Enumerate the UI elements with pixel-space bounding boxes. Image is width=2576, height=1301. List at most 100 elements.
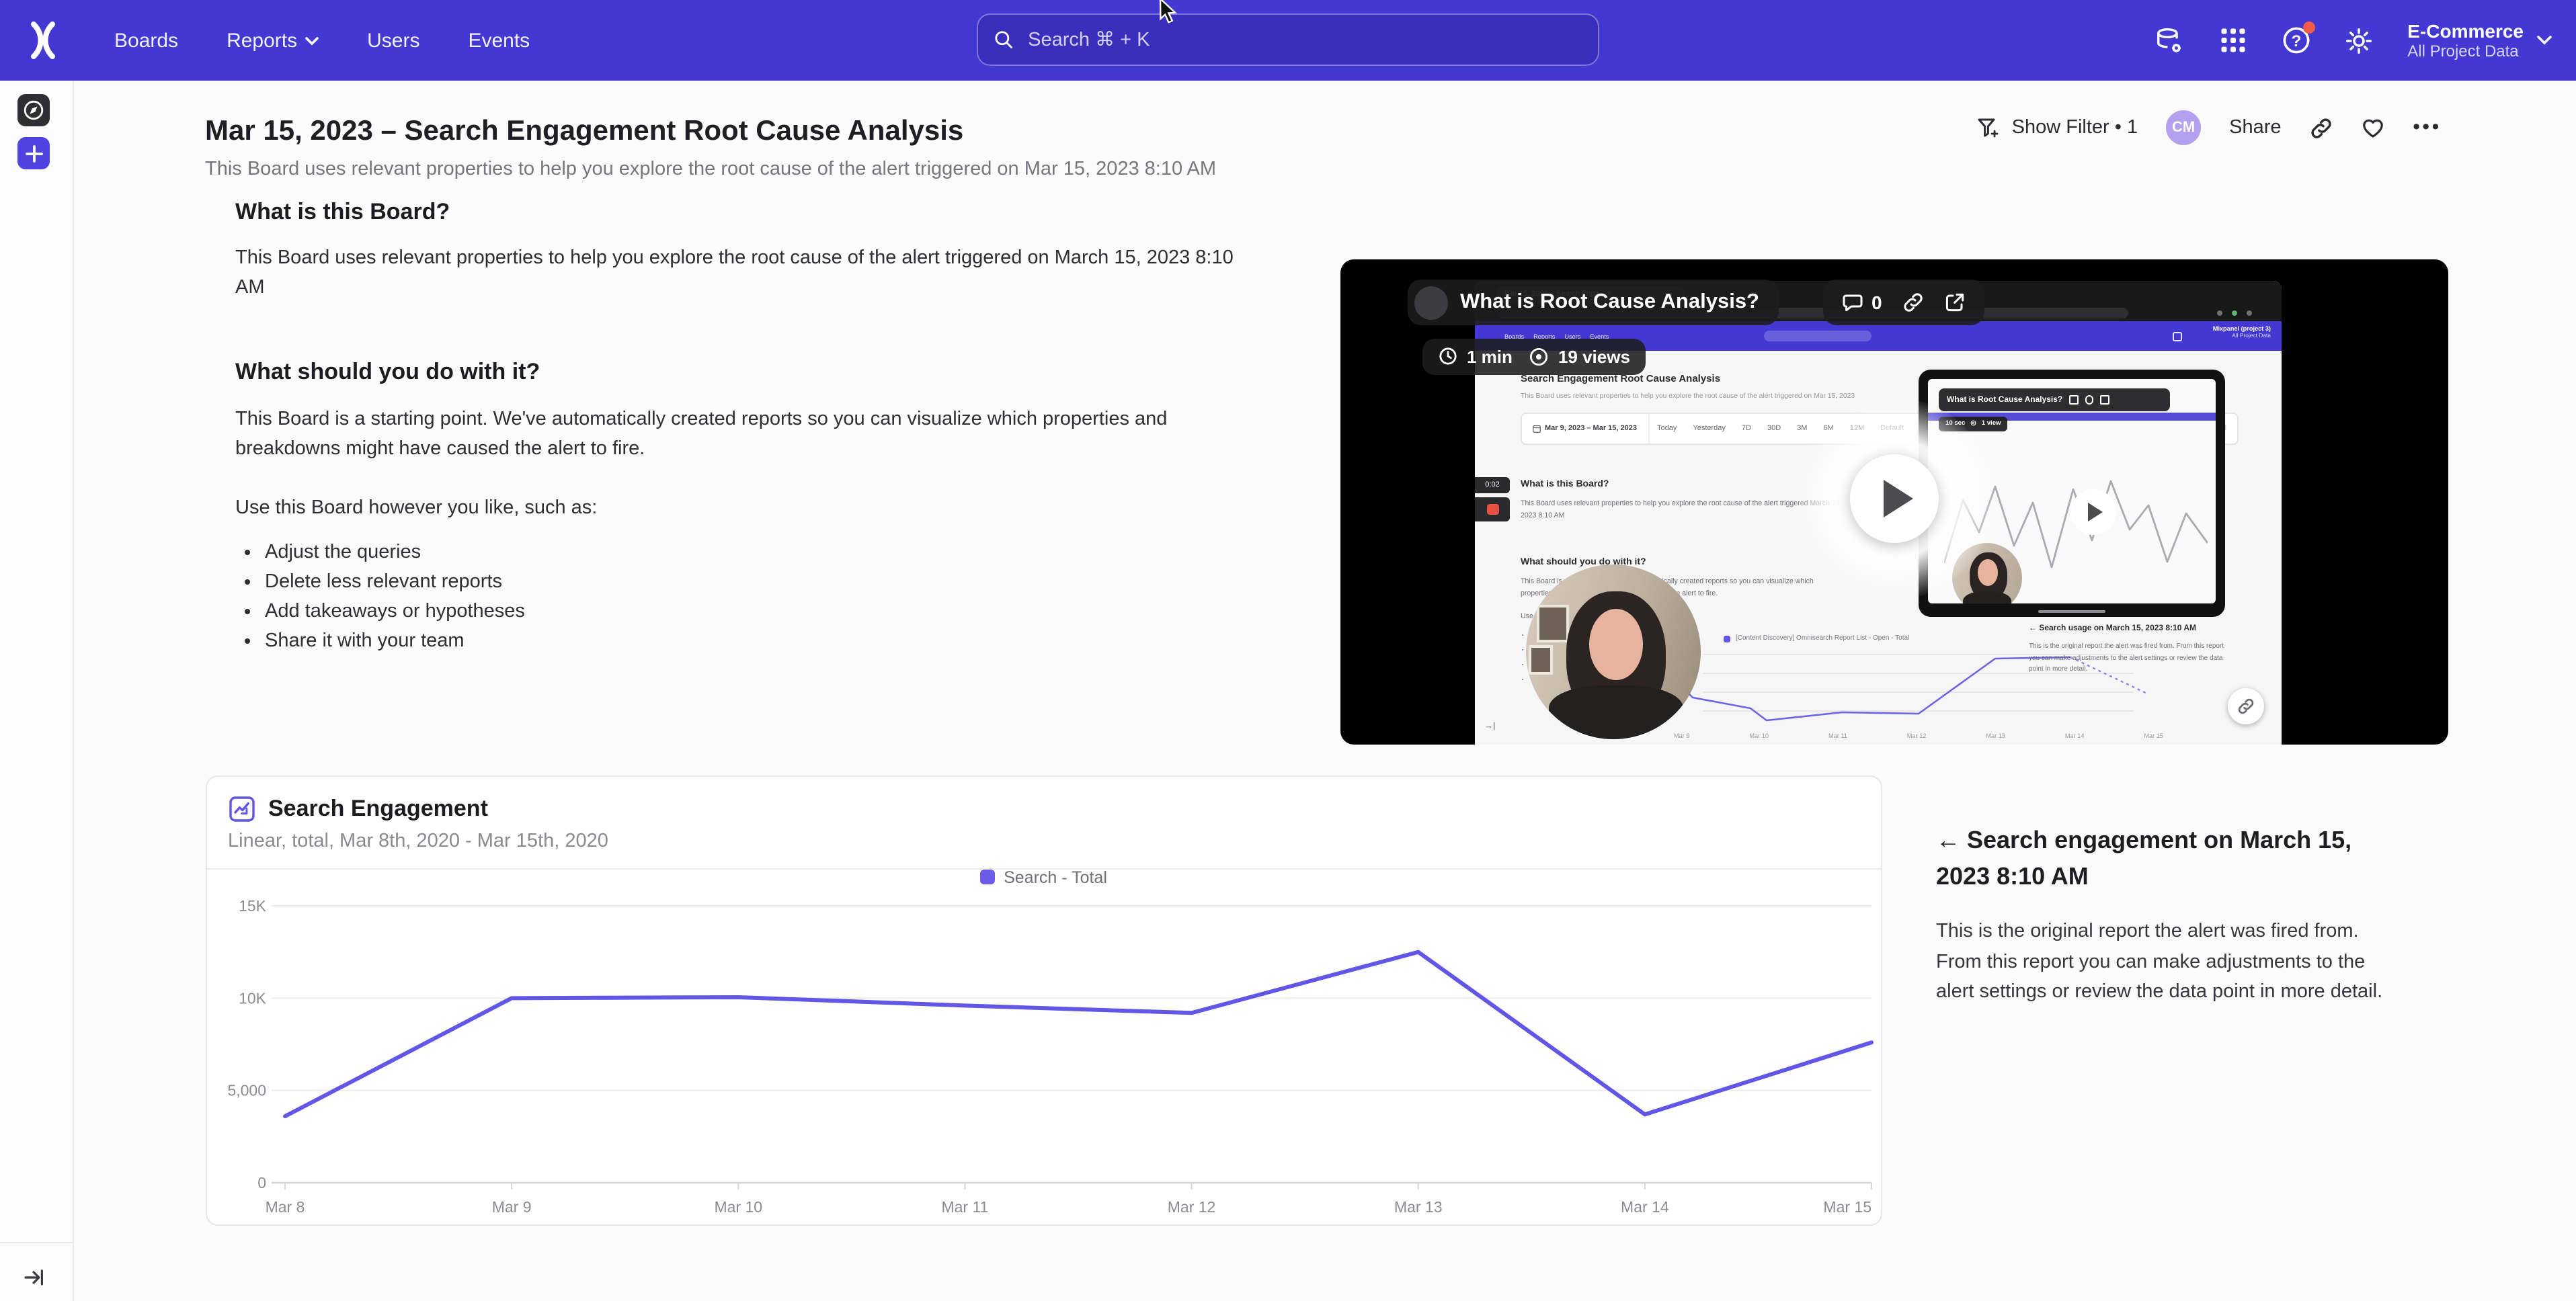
show-filter-button[interactable]: Show Filter • 1 [1977,116,2138,139]
intro-bullet: Add takeaways or hypotheses [265,597,1257,626]
filter-plus-icon [1977,116,2001,139]
intro-heading-1: What is this Board? [235,199,1257,226]
note-heading: ← Search engagement on March 15, 2023 8:… [1936,823,2400,895]
heart-icon [2361,117,2385,138]
expand-sidebar-button[interactable] [17,1261,50,1293]
mini-chart-legend: [Content Discovery] Omnisearch Report Li… [1724,634,1909,642]
recording-timestamp: 0:02 [1475,477,1510,493]
mini-note-title: ← Search usage on March 15, 2023 8:10 AM [2029,625,2239,633]
svg-text:Mar 14: Mar 14 [1620,1198,1668,1215]
svg-text:10K: 10K [238,989,266,1006]
mini-section1-title: What is this Board? [1521,480,1609,489]
play-icon [1884,480,1913,517]
mini-x-label: Mar 15 [2144,732,2163,739]
video-views: 19 views [1558,346,1630,366]
video-meta-pill: 1 min 19 views [1422,338,1646,374]
user-avatar[interactable]: CM [2166,110,2201,145]
mini-board-subtitle: This Board uses relevant properties to h… [1521,392,1855,401]
play-icon [2088,503,2103,521]
mini-preset: Today [1649,425,1685,433]
nav-item-boards[interactable]: Boards [114,29,178,52]
mixpanel-logo-icon[interactable] [26,20,61,60]
video-copy-link-button[interactable] [1902,292,1924,313]
mini-project-switcher: Mixpanel (project 3) All Project Data [2213,325,2271,339]
video-action-pill: 0 [1823,280,1984,325]
favorite-button[interactable] [2361,117,2385,138]
video-author-avatar [1414,286,1448,319]
comment-icon [2069,396,2078,405]
intro-bullet: Adjust the queries [265,538,1257,567]
nav-item-reports[interactable]: Reports [227,29,319,52]
data-management-icon[interactable] [2155,26,2184,55]
svg-text:Mar 8: Mar 8 [265,1198,305,1215]
intro-paragraph-1: This Board uses relevant properties to h… [235,243,1237,302]
mini-preset: 7D [1734,425,1759,433]
nav-item-users[interactable]: Users [367,29,419,52]
link-icon [2237,698,2255,715]
project-switcher[interactable]: E-Commerce All Project Data [2407,20,2552,60]
mini-x-label: Mar 11 [1828,732,1847,739]
svg-text:?: ? [2291,32,2301,50]
nav-item-events[interactable]: Events [468,29,530,52]
compass-icon [23,99,44,121]
chart-legend: Search - Total [206,868,1880,886]
video-comments-button[interactable]: 0 [1842,292,1882,313]
expand-sidebar-icon [24,1268,44,1286]
add-board-button[interactable] [17,137,50,169]
stop-record-icon [1486,504,1498,515]
mini-x-axis: Mar 9Mar 10Mar 11Mar 12Mar 13Mar 14Mar 1… [1674,732,2163,739]
top-nav: Boards Reports Users Events ? [0,0,2576,81]
views-icon [1529,346,1549,366]
recording-stop-button[interactable] [1475,497,1510,521]
video-title-pill: What is Root Cause Analysis? [1408,280,1778,325]
mini-x-label: Mar 13 [1986,732,2005,739]
legend-swatch [979,870,994,884]
intro-paragraph-2: This Board is a starting point. We've au… [235,405,1257,464]
report-card[interactable]: Search Engagement Linear, total, Mar 8th… [205,775,1882,1225]
copy-link-button[interactable] [2310,116,2333,139]
show-filter-label: Show Filter • 1 [2012,117,2138,138]
mini-note-body: This is the original report the alert wa… [2029,641,2230,675]
svg-text:Mar 13: Mar 13 [1394,1198,1442,1215]
comment-icon [1842,292,1863,312]
discover-boards-button[interactable] [17,94,50,126]
search-input[interactable] [1025,28,1582,52]
video-duration: 1 min [1467,346,1513,366]
video-player[interactable]: Mar 15, 2023 – Search Enga... × BoardsRe… [1340,259,2448,744]
rail-divider [0,1242,73,1243]
share-button[interactable]: Share [2229,117,2281,138]
legend-label: Search - Total [1004,868,1107,886]
plus-icon [25,144,42,162]
note-body: This is the original report the alert wa… [1936,917,2400,1007]
help-icon[interactable]: ? [2281,26,2310,55]
extension-icon [2216,310,2222,316]
svg-text:Mar 11: Mar 11 [940,1198,988,1215]
board-actions: Show Filter • 1 CM Share ••• [1977,110,2442,145]
svg-text:Mar 9: Mar 9 [491,1198,531,1215]
webcam-bubble [1526,564,1701,739]
left-rail [0,81,74,1301]
chevron-down-icon [2537,35,2552,46]
report-card-header: Search Engagement Linear, total, Mar 8th… [206,776,1880,869]
svg-text:15K: 15K [238,896,266,914]
mini-nav-icon [2173,332,2182,341]
video-share-link-button[interactable] [2228,688,2264,724]
project-name: E-Commerce [2407,20,2524,42]
global-search[interactable] [977,13,1599,66]
video-open-external-button[interactable] [1944,292,1966,313]
external-link-icon [2100,396,2109,405]
apps-grid-icon[interactable] [2218,26,2247,55]
nav-menu: Boards Reports Users Events [114,29,530,52]
mini-preset: 3M [1789,425,1815,433]
play-button[interactable] [1850,454,1939,543]
external-link-icon [1944,292,1966,313]
link-icon [2085,396,2093,405]
notification-dot [2302,22,2315,34]
svg-text:5,000: 5,000 [227,1081,266,1099]
more-options-button[interactable]: ••• [2413,117,2442,138]
inner-video-title-bar: What is Root Cause Analysis? [1939,388,2170,411]
extension-icon [2231,310,2237,316]
settings-gear-icon[interactable] [2344,26,2374,55]
svg-text:Mar 15: Mar 15 [1822,1198,1871,1215]
inner-play-button[interactable] [2070,489,2116,535]
